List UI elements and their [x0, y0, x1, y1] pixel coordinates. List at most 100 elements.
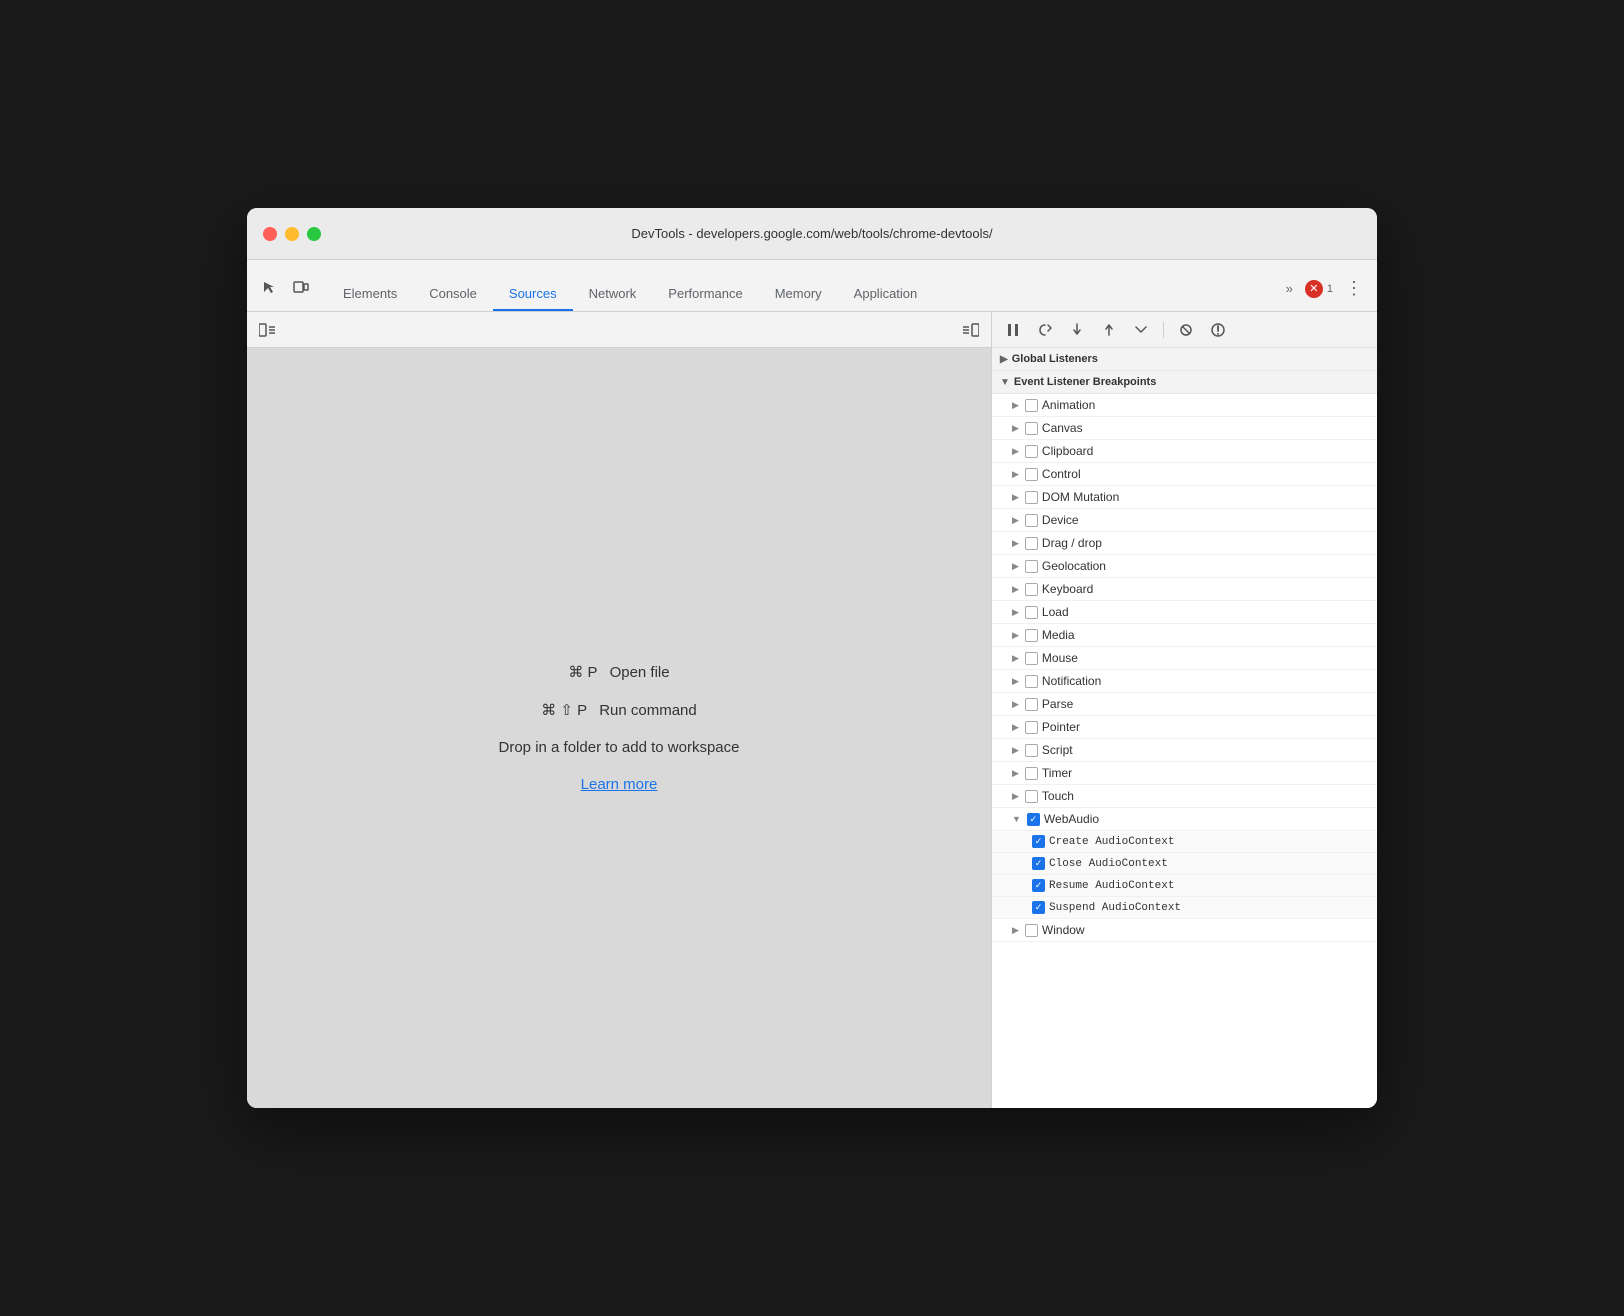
- bp-timer[interactable]: ▶ Timer: [992, 762, 1377, 785]
- tab-network[interactable]: Network: [573, 278, 653, 311]
- open-file-shortcut: ⌘ P Open file: [568, 663, 669, 681]
- bp-suspend-audio-context[interactable]: Suspend AudioContext: [992, 897, 1377, 919]
- step-into-button[interactable]: [1064, 317, 1090, 343]
- global-listeners-header[interactable]: ▶ Global Listeners: [992, 348, 1377, 371]
- bp-keyboard-checkbox[interactable]: [1025, 583, 1038, 596]
- bp-resume-audio-context-checkbox[interactable]: [1032, 879, 1045, 892]
- tab-performance[interactable]: Performance: [652, 278, 758, 311]
- more-options-button[interactable]: ⋮: [1339, 276, 1369, 301]
- tabbar-icons: [255, 273, 315, 311]
- bp-mouse-label: Mouse: [1042, 651, 1078, 665]
- tab-elements[interactable]: Elements: [327, 278, 413, 311]
- bp-pointer[interactable]: ▶ Pointer: [992, 716, 1377, 739]
- bp-window-checkbox[interactable]: [1025, 924, 1038, 937]
- bp-clipboard-checkbox[interactable]: [1025, 445, 1038, 458]
- bp-load[interactable]: ▶ Load: [992, 601, 1377, 624]
- bp-clipboard-label: Clipboard: [1042, 444, 1093, 458]
- dont-pause-on-exceptions-button[interactable]: [1205, 317, 1231, 343]
- bp-touch-checkbox[interactable]: [1025, 790, 1038, 803]
- bp-load-checkbox[interactable]: [1025, 606, 1038, 619]
- more-tabs-button[interactable]: »: [1280, 279, 1299, 298]
- bp-notification-checkbox[interactable]: [1025, 675, 1038, 688]
- show-navigator-button[interactable]: [255, 318, 279, 342]
- sources-content: ⌘ P Open file ⌘ ⇧ P Run command Drop in …: [247, 348, 991, 1108]
- bp-drag-drop[interactable]: ▶ Drag / drop: [992, 532, 1377, 555]
- event-listener-arrow: ▼: [1000, 377, 1010, 388]
- bp-notification[interactable]: ▶ Notification: [992, 670, 1377, 693]
- bp-canvas-checkbox[interactable]: [1025, 422, 1038, 435]
- tabs: Elements Console Sources Network Perform…: [327, 278, 1280, 311]
- bp-animation-label: Animation: [1042, 398, 1095, 412]
- bp-pointer-checkbox[interactable]: [1025, 721, 1038, 734]
- bp-create-audio-context[interactable]: Create AudioContext: [992, 831, 1377, 853]
- window-title: DevTools - developers.google.com/web/too…: [631, 226, 992, 241]
- pause-button[interactable]: [1000, 317, 1026, 343]
- bp-dom-mutation-checkbox[interactable]: [1025, 491, 1038, 504]
- bp-touch[interactable]: ▶ Touch: [992, 785, 1377, 808]
- step-out-button[interactable]: [1096, 317, 1122, 343]
- bp-suspend-audio-context-checkbox[interactable]: [1032, 901, 1045, 914]
- bp-create-audio-context-label: Create AudioContext: [1049, 836, 1174, 848]
- drop-folder-text: Drop in a folder to add to workspace: [499, 739, 740, 756]
- show-debugger-button[interactable]: [959, 318, 983, 342]
- tab-sources[interactable]: Sources: [493, 278, 573, 311]
- sources-toolbar: [247, 312, 991, 348]
- bp-dom-mutation[interactable]: ▶ DOM Mutation: [992, 486, 1377, 509]
- step-over-button[interactable]: [1032, 317, 1058, 343]
- bp-notification-label: Notification: [1042, 674, 1101, 688]
- maximize-button[interactable]: [307, 227, 321, 241]
- bp-window[interactable]: ▶ Window: [992, 919, 1377, 942]
- bp-device-checkbox[interactable]: [1025, 514, 1038, 527]
- bp-webaudio-label: WebAudio: [1044, 812, 1099, 826]
- bp-resume-audio-context-label: Resume AudioContext: [1049, 880, 1174, 892]
- select-element-icon[interactable]: [255, 273, 283, 301]
- bp-resume-audio-context[interactable]: Resume AudioContext: [992, 875, 1377, 897]
- event-listener-breakpoints-header[interactable]: ▼ Event Listener Breakpoints: [992, 371, 1377, 394]
- devtools-window: DevTools - developers.google.com/web/too…: [247, 208, 1377, 1108]
- bp-animation[interactable]: ▶ Animation: [992, 394, 1377, 417]
- bp-control[interactable]: ▶ Control: [992, 463, 1377, 486]
- minimize-button[interactable]: [285, 227, 299, 241]
- error-icon: ✕: [1305, 280, 1323, 298]
- bp-parse-checkbox[interactable]: [1025, 698, 1038, 711]
- bp-suspend-audio-context-label: Suspend AudioContext: [1049, 902, 1181, 914]
- global-listeners-label: Global Listeners: [1012, 353, 1098, 365]
- tab-console[interactable]: Console: [413, 278, 493, 311]
- bp-canvas[interactable]: ▶ Canvas: [992, 417, 1377, 440]
- bp-control-checkbox[interactable]: [1025, 468, 1038, 481]
- bp-script[interactable]: ▶ Script: [992, 739, 1377, 762]
- traffic-lights: [263, 227, 321, 241]
- bp-create-audio-context-checkbox[interactable]: [1032, 835, 1045, 848]
- bp-keyboard[interactable]: ▶ Keyboard: [992, 578, 1377, 601]
- bp-close-audio-context-checkbox[interactable]: [1032, 857, 1045, 870]
- bp-media-checkbox[interactable]: [1025, 629, 1038, 642]
- bp-media[interactable]: ▶ Media: [992, 624, 1377, 647]
- bp-media-label: Media: [1042, 628, 1075, 642]
- toolbar-separator: [1163, 322, 1164, 338]
- bp-animation-checkbox[interactable]: [1025, 399, 1038, 412]
- tabbar-right: » ✕ 1 ⋮: [1280, 276, 1369, 311]
- deactivate-breakpoints-button[interactable]: [1173, 317, 1199, 343]
- bp-timer-label: Timer: [1042, 766, 1072, 780]
- device-mode-icon[interactable]: [287, 273, 315, 301]
- bp-device[interactable]: ▶ Device: [992, 509, 1377, 532]
- tab-memory[interactable]: Memory: [759, 278, 838, 311]
- bp-webaudio[interactable]: ▼ WebAudio: [992, 808, 1377, 831]
- tab-application[interactable]: Application: [838, 278, 934, 311]
- learn-more-link[interactable]: Learn more: [581, 776, 658, 793]
- bp-timer-checkbox[interactable]: [1025, 767, 1038, 780]
- bp-script-checkbox[interactable]: [1025, 744, 1038, 757]
- bp-webaudio-checkbox[interactable]: [1027, 813, 1040, 826]
- bp-mouse-checkbox[interactable]: [1025, 652, 1038, 665]
- bp-geolocation-checkbox[interactable]: [1025, 560, 1038, 573]
- open-file-label: Open file: [610, 664, 670, 681]
- breakpoints-area[interactable]: ▶ Global Listeners ▼ Event Listener Brea…: [992, 348, 1377, 1108]
- bp-geolocation[interactable]: ▶ Geolocation: [992, 555, 1377, 578]
- bp-close-audio-context[interactable]: Close AudioContext: [992, 853, 1377, 875]
- close-button[interactable]: [263, 227, 277, 241]
- bp-clipboard[interactable]: ▶ Clipboard: [992, 440, 1377, 463]
- bp-parse[interactable]: ▶ Parse: [992, 693, 1377, 716]
- bp-drag-drop-checkbox[interactable]: [1025, 537, 1038, 550]
- bp-mouse[interactable]: ▶ Mouse: [992, 647, 1377, 670]
- step-button[interactable]: [1128, 317, 1154, 343]
